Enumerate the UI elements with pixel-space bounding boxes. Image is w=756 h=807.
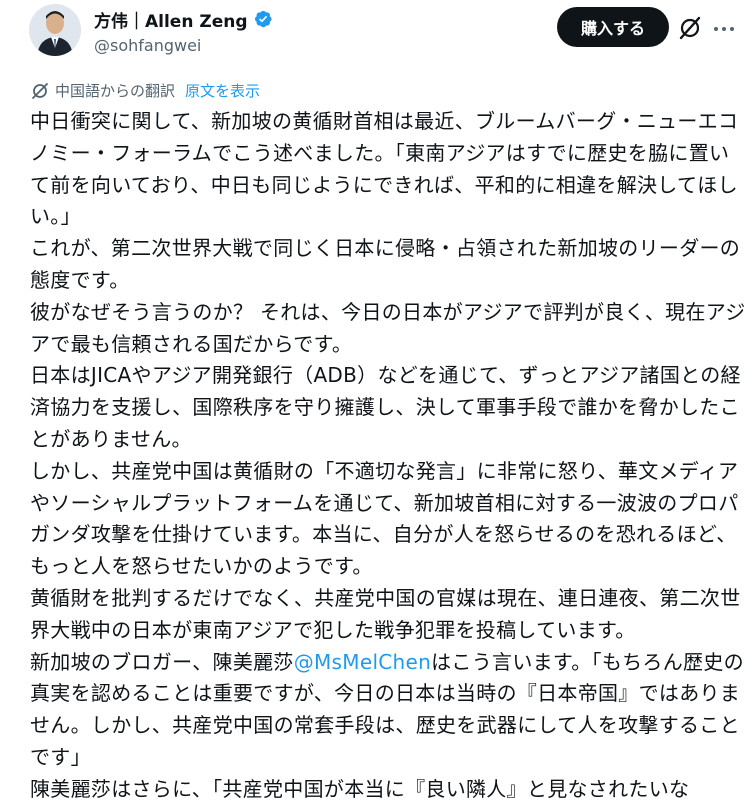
verified-badge-icon	[254, 10, 272, 28]
tweet-paragraph: 新加坡のブロガー、陳美麗莎@MsMelChenはこう言います。「もちろん歴史の真…	[30, 647, 746, 774]
translation-note: 中国語からの翻訳	[55, 82, 176, 100]
author-block: 方伟｜Allen Zeng @sohfangwei	[94, 6, 273, 55]
tweet-paragraph: しかし、共産党中国は黄循財の「不適切な発言」に非常に怒り、華文メディアやソーシャ…	[30, 458, 739, 579]
tweet-paragraph: 中日衝突に関して、新加坡の黄循財首相は最近、ブルームバーグ・ニューエコノミー・フ…	[30, 109, 739, 229]
tweet-text: 中日衝突に関して、新加坡の黄循財首相は最近、ブルームバーグ・ニューエコノミー・フ…	[30, 106, 746, 806]
tweet-header: 方伟｜Allen Zeng @sohfangwei 購入する	[0, 0, 756, 70]
grok-icon[interactable]	[677, 15, 703, 41]
tweet-paragraph: これが、第二次世界大戦で同じく日本に侵略・占領された新加坡のリーダーの態度です。	[30, 236, 741, 292]
more-icon[interactable]	[712, 25, 736, 33]
author-handle[interactable]: @sohfangwei	[94, 36, 273, 55]
avatar[interactable]	[29, 4, 81, 56]
tweet-paragraph: 日本はJICAやアジア開発銀行（ADB）などを通じて、ずっとアジア諸国との経済協…	[30, 363, 741, 451]
tweet-paragraph: 黄循財を批判するだけでなく、共産党中国の官媒は現在、連日連夜、第二次世界大戦中の…	[30, 585, 741, 642]
translate-icon	[32, 82, 48, 99]
buy-button[interactable]: 購入する	[557, 7, 669, 47]
mention-link[interactable]: @MsMelChen	[294, 650, 431, 674]
show-original-link[interactable]: 原文を表示	[185, 80, 260, 101]
translation-row: 中国語からの翻訳 原文を表示	[31, 80, 260, 101]
display-name[interactable]: 方伟｜Allen Zeng	[94, 7, 248, 32]
tweet-paragraph: 彼がなぜそう言うのか？ それは、今日の日本がアジアで評判が良く、現在アジアで最も…	[30, 299, 746, 356]
avatar-photo	[29, 4, 81, 56]
name-row: 方伟｜Allen Zeng	[94, 6, 273, 32]
paragraph-text: 新加坡のブロガー、陳美麗莎	[30, 649, 294, 674]
tweet-paragraph: 陳美麗莎はさらに、「共産党中国が本当に『良い隣人』と見なされたいな	[30, 776, 690, 801]
